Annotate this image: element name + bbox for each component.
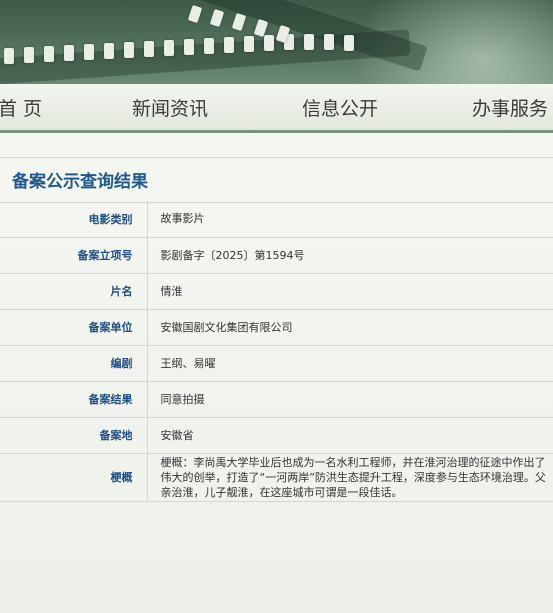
- nav-item-news[interactable]: 新闻资讯: [132, 94, 208, 121]
- film-hole: [304, 34, 314, 50]
- main-content: 备案公示查询结果 电影类别 故事影片 备案立项号 影剧备字〔2025〕第1594…: [0, 133, 553, 613]
- film-hole: [209, 8, 225, 28]
- film-hole: [124, 42, 134, 58]
- main-nav: 首 页 新闻资讯 信息公开 办事服务: [0, 84, 553, 133]
- field-value-title: 情淮: [147, 273, 553, 310]
- field-value-result: 同意拍摄: [147, 381, 553, 418]
- film-hole: [324, 34, 334, 50]
- field-label-location: 备案地: [0, 417, 148, 454]
- table-row: 备案地 安徽省: [0, 417, 553, 454]
- table-row: 备案单位 安徽国剧文化集团有限公司: [0, 309, 553, 346]
- film-hole: [44, 46, 54, 62]
- film-hole: [104, 43, 114, 59]
- field-label-filing-number: 备案立项号: [0, 237, 148, 274]
- film-hole: [244, 36, 254, 52]
- field-label-category: 电影类别: [0, 201, 148, 238]
- table-row: 备案立项号 影剧备字〔2025〕第1594号: [0, 237, 553, 274]
- page-title: 备案公示查询结果: [12, 172, 148, 192]
- table-row: 片名 情淮: [0, 273, 553, 310]
- field-value-synopsis: 梗概：李尚禹大学毕业后也成为一名水利工程师，并在淮河治理的征途中作出了伟大的创举…: [147, 453, 553, 502]
- film-hole: [184, 39, 194, 55]
- film-hole: [24, 47, 34, 63]
- film-hole: [204, 38, 214, 54]
- nav-item-home[interactable]: 首 页: [0, 94, 42, 121]
- field-label-filing-unit: 备案单位: [0, 309, 148, 346]
- film-hole: [84, 44, 94, 60]
- film-hole: [264, 35, 274, 51]
- film-hole: [344, 35, 354, 51]
- field-label-screenwriter: 编剧: [0, 345, 148, 382]
- field-value-screenwriter: 王纲、易曜: [147, 345, 553, 382]
- film-hole: [4, 48, 14, 64]
- table-row: 备案结果 同意拍摄: [0, 381, 553, 418]
- title-row: 备案公示查询结果: [0, 157, 553, 203]
- film-hole: [187, 4, 203, 24]
- field-label-title: 片名: [0, 273, 148, 310]
- nav-item-disclosure[interactable]: 信息公开: [302, 94, 378, 121]
- field-value-category: 故事影片: [147, 201, 553, 238]
- field-label-result: 备案结果: [0, 381, 148, 418]
- nav-item-services[interactable]: 办事服务: [472, 94, 548, 121]
- table-row: 编剧 王纲、易曜: [0, 345, 553, 382]
- film-hole: [144, 41, 154, 57]
- film-hole: [164, 40, 174, 56]
- table-row: 电影类别 故事影片: [0, 201, 553, 238]
- field-label-synopsis: 梗概: [0, 453, 148, 502]
- field-value-filing-number: 影剧备字〔2025〕第1594号: [147, 237, 553, 274]
- table-row: 梗概 梗概：李尚禹大学毕业后也成为一名水利工程师，并在淮河治理的征途中作出了伟大…: [0, 453, 553, 502]
- film-hole: [231, 12, 247, 32]
- film-hole: [224, 37, 234, 53]
- field-value-location: 安徽省: [147, 417, 553, 454]
- field-value-filing-unit: 安徽国剧文化集团有限公司: [147, 309, 553, 346]
- film-hole: [64, 45, 74, 61]
- header-banner: [0, 0, 553, 84]
- record-table: 电影类别 故事影片 备案立项号 影剧备字〔2025〕第1594号 片名 情淮 备…: [0, 201, 553, 502]
